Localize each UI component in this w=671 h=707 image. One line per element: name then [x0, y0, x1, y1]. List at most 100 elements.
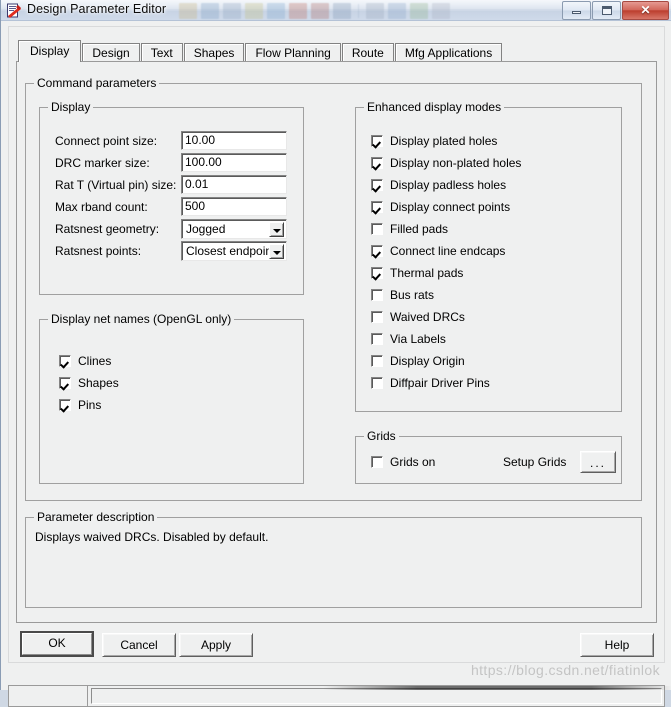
checkbox-box[interactable] — [371, 456, 383, 468]
group-enhanced-display-modes: Enhanced display modes Display plated ho… — [355, 101, 622, 412]
close-button[interactable]: ✕ — [622, 1, 669, 20]
group-display: Display Connect point size: 10.00 DRC ma… — [39, 101, 304, 295]
label-max-rband-count: Max rband count: — [55, 200, 148, 214]
tab-label: Mfg Applications — [404, 46, 493, 60]
label-connect-point-size: Connect point size: — [55, 134, 158, 148]
document-red-swoosh-icon — [7, 3, 21, 18]
help-button[interactable]: Help — [580, 633, 654, 657]
checkbox-box[interactable] — [59, 399, 71, 411]
checkbox-via-labels[interactable]: Via Labels — [371, 331, 446, 347]
parameter-description-text: Displays waived DRCs. Disabled by defaul… — [35, 530, 269, 544]
checkbox-box[interactable] — [371, 201, 383, 213]
dialog-client-area: Display Design Text Shapes Flow Planning… — [2, 21, 671, 707]
checkbox-thermal-pads[interactable]: Thermal pads — [371, 265, 463, 281]
label-drc-marker-size: DRC marker size: — [55, 156, 150, 170]
group-title: Command parameters — [34, 77, 160, 90]
checkbox-box[interactable] — [371, 157, 383, 169]
tab-text[interactable]: Text — [140, 43, 183, 62]
checkbox-label: Filled pads — [390, 222, 449, 236]
checkbox-box[interactable] — [371, 135, 383, 147]
checkbox-box[interactable] — [371, 333, 383, 345]
checkbox-box[interactable] — [371, 267, 383, 279]
tab-page-display: Command parameters Display Connect point… — [16, 61, 657, 623]
close-icon: ✕ — [640, 3, 651, 17]
checkbox-display-padless-holes[interactable]: Display padless holes — [371, 177, 506, 193]
checkbox-label: Display Origin — [390, 354, 465, 368]
label-rat-t-virtual-pin-size: Rat T (Virtual pin) size: — [55, 178, 177, 192]
checkbox-label: Display plated holes — [390, 134, 498, 148]
checkbox-box[interactable] — [371, 223, 383, 235]
checkbox-box[interactable] — [371, 245, 383, 257]
cancel-button[interactable]: Cancel — [102, 633, 176, 657]
checkbox-grids-on[interactable]: Grids on — [371, 454, 435, 470]
checkbox-clines[interactable]: Clines — [59, 353, 111, 369]
tab-label: Flow Planning — [255, 46, 331, 60]
maximize-button[interactable] — [592, 1, 621, 20]
chevron-down-glyph — [273, 251, 281, 255]
minimize-button[interactable] — [562, 1, 591, 20]
input-rat-t-virtual-pin-size[interactable]: 0.01 — [181, 175, 287, 194]
checkbox-shapes[interactable]: Shapes — [59, 375, 119, 391]
tab-label: Text — [150, 46, 173, 60]
title-bar[interactable]: Design Parameter Editor ✕ — [1, 0, 671, 21]
tab-flow-planning[interactable]: Flow Planning — [245, 43, 341, 62]
dialog-inner-panel: Display Design Text Shapes Flow Planning… — [8, 26, 665, 663]
ghost-icon-2 — [201, 2, 219, 19]
dropdown-ratsnest-points[interactable]: Closest endpoint — [181, 241, 287, 261]
checkbox-label: Grids on — [390, 455, 436, 469]
checkbox-bus-rats[interactable]: Bus rats — [371, 287, 434, 303]
checkbox-label: Diffpair Driver Pins — [390, 376, 490, 390]
group-title: Display — [48, 101, 94, 114]
tab-route[interactable]: Route — [341, 43, 394, 62]
apply-button[interactable]: Apply — [179, 633, 253, 657]
tab-mfg-applications[interactable]: Mfg Applications — [394, 43, 503, 62]
status-bar-message-cell — [91, 688, 662, 704]
ghost-icon-1 — [179, 2, 197, 19]
checkbox-box[interactable] — [371, 289, 383, 301]
input-drc-marker-size[interactable]: 100.00 — [181, 153, 287, 172]
checkbox-box[interactable] — [371, 377, 383, 389]
checkbox-box[interactable] — [371, 355, 383, 367]
tab-label: Shapes — [193, 46, 235, 60]
ghost-icon-8 — [333, 2, 351, 19]
label-ratsnest-points: Ratsnest points: — [55, 244, 142, 258]
application-window: Design Parameter Editor ✕ Display Design… — [0, 0, 671, 707]
input-max-rband-count[interactable]: 500 — [181, 197, 287, 216]
dropdown-value: Closest endpoint — [186, 244, 276, 258]
checkbox-display-origin[interactable]: Display Origin — [371, 353, 465, 369]
checkbox-label: Via Labels — [390, 332, 446, 346]
checkbox-connect-line-endcaps[interactable]: Connect line endcaps — [371, 243, 505, 259]
group-parameter-description: Parameter description Displays waived DR… — [25, 511, 642, 608]
input-connect-point-size[interactable]: 10.00 — [181, 131, 287, 150]
ghost-icon-9 — [366, 2, 384, 19]
checkbox-box[interactable] — [59, 355, 71, 367]
checkbox-box[interactable] — [371, 179, 383, 191]
checkbox-box[interactable] — [371, 311, 383, 323]
tab-shapes[interactable]: Shapes — [183, 43, 245, 62]
setup-grids-button[interactable]: ... — [580, 451, 616, 473]
dropdown-ratsnest-geometry[interactable]: Jogged — [181, 219, 287, 239]
chevron-down-icon[interactable] — [269, 244, 284, 259]
ghost-icon-12 — [432, 2, 450, 19]
checkbox-waived-drcs[interactable]: Waived DRCs — [371, 309, 465, 325]
checkbox-box[interactable] — [59, 377, 71, 389]
tab-display[interactable]: Display — [18, 40, 82, 62]
checkbox-display-non-plated-holes[interactable]: Display non-plated holes — [371, 155, 521, 171]
label-ratsnest-geometry: Ratsnest geometry: — [55, 222, 160, 236]
checkbox-diffpair-driver-pins[interactable]: Diffpair Driver Pins — [371, 375, 490, 391]
group-grids: Grids Grids on Setup Grids ... — [355, 430, 622, 484]
checkbox-label: Bus rats — [390, 288, 435, 302]
chevron-down-icon[interactable] — [269, 222, 284, 237]
checkbox-label: Connect line endcaps — [390, 244, 506, 258]
checkbox-filled-pads[interactable]: Filled pads — [371, 221, 448, 237]
dropdown-value: Jogged — [186, 222, 226, 236]
checkbox-pins[interactable]: Pins — [59, 397, 101, 413]
checkbox-display-plated-holes[interactable]: Display plated holes — [371, 133, 497, 149]
group-title: Enhanced display modes — [364, 101, 505, 114]
checkbox-display-connect-points[interactable]: Display connect points — [371, 199, 510, 215]
ok-button[interactable]: OK — [20, 631, 94, 657]
maximize-icon — [602, 6, 612, 15]
minimize-icon — [572, 11, 581, 14]
tab-design[interactable]: Design — [82, 43, 140, 62]
label-setup-grids: Setup Grids — [503, 455, 567, 469]
